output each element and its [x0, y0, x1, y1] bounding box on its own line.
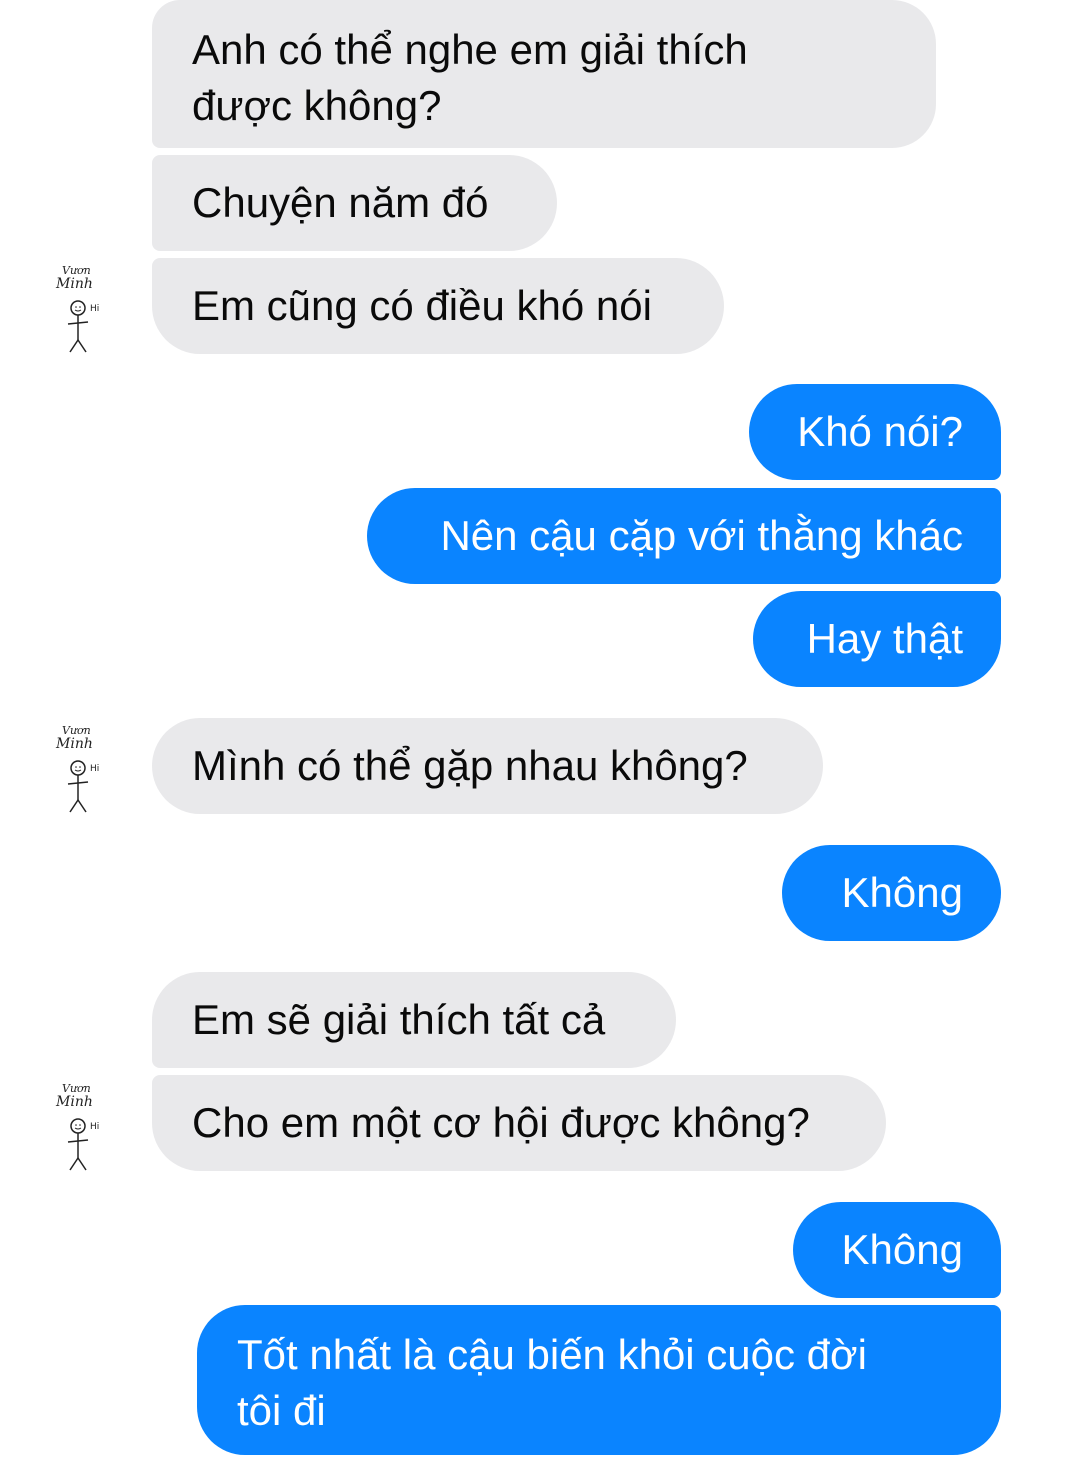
outgoing-message[interactable]: Tốt nhất là cậu biến khỏi cuộc đời tôi đ… [197, 1305, 1001, 1455]
incoming-message[interactable]: Em sẽ giải thích tất cả [152, 972, 676, 1068]
stick-figure-avatar-icon[interactable]: Vươn Minh Hi [48, 262, 132, 358]
stick-figure-avatar-icon[interactable]: Vươn Minh Hi [48, 1080, 132, 1176]
outgoing-message[interactable]: Nên cậu cặp với thằng khác [367, 488, 1001, 584]
incoming-message[interactable]: Cho em một cơ hội được không? [152, 1075, 886, 1171]
outgoing-message[interactable]: Không [782, 845, 1001, 941]
svg-text:Hi: Hi [90, 1122, 99, 1132]
incoming-message[interactable]: Mình có thể gặp nhau không? [152, 718, 823, 814]
outgoing-message[interactable]: Không [793, 1202, 1001, 1298]
svg-text:Hi: Hi [90, 304, 99, 314]
incoming-message[interactable]: Em cũng có điều khó nói [152, 258, 724, 354]
incoming-message[interactable]: Anh có thể nghe em giải thích được không… [152, 0, 936, 148]
svg-text:Minh: Minh [55, 1094, 93, 1110]
svg-text:Minh: Minh [55, 276, 93, 292]
stick-figure-avatar-icon[interactable]: Vươn Minh Hi [48, 722, 132, 818]
outgoing-message[interactable]: Hay thật [753, 591, 1001, 687]
incoming-message[interactable]: Chuyện năm đó [152, 155, 557, 251]
svg-text:Hi: Hi [90, 764, 99, 774]
outgoing-message[interactable]: Khó nói? [749, 384, 1001, 480]
svg-text:Minh: Minh [55, 736, 93, 752]
